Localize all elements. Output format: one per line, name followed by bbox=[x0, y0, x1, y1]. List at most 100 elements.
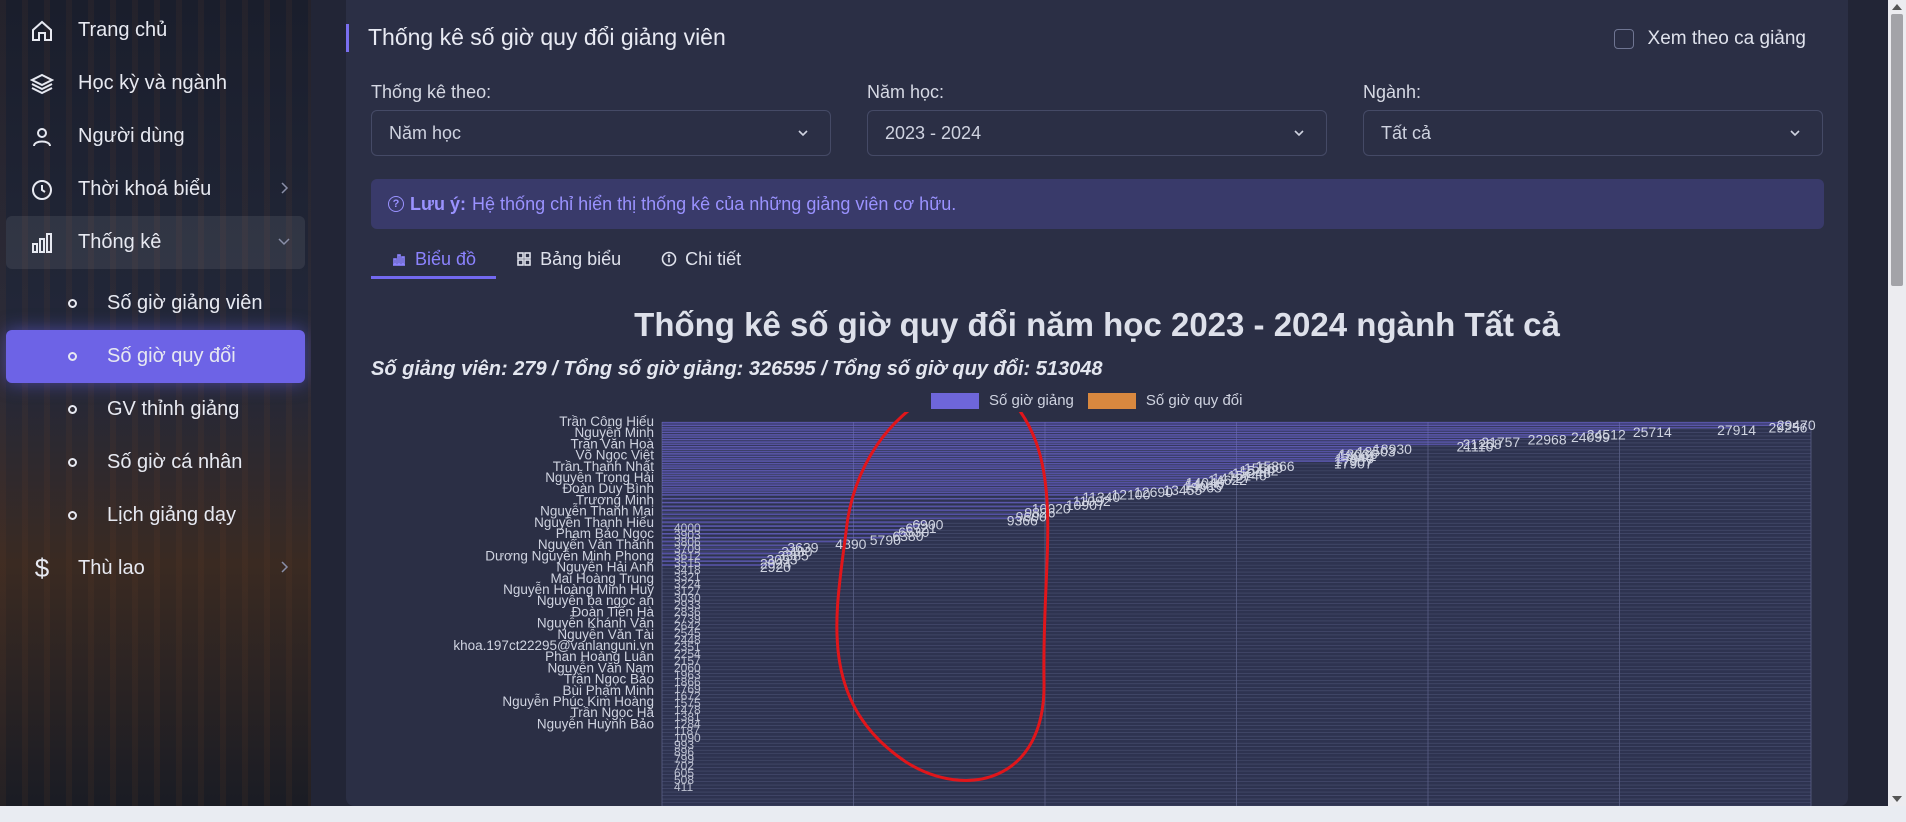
sidebar-subitem-visiting-lecturer[interactable]: GV thỉnh giảng bbox=[6, 383, 305, 436]
bar-teaching bbox=[662, 448, 1371, 450]
stat-by-label: Thống kê theo: bbox=[371, 82, 492, 102]
sidebar-subitem-converted-hours[interactable]: Số giờ quy đổi bbox=[6, 330, 305, 383]
sidebar-item-timetable[interactable]: Thời khoá biểu bbox=[6, 163, 305, 216]
major-value: Tất cả bbox=[1381, 122, 1432, 143]
chart-title: Thống kê số giờ quy đổi năm học 2023 - 2… bbox=[634, 306, 1560, 343]
tab-details[interactable]: Chi tiết bbox=[641, 242, 761, 276]
sidebar-subitem-label: Số giờ quy đổi bbox=[107, 345, 236, 367]
year-select[interactable]: 2023 - 2024 bbox=[867, 110, 1327, 156]
scroll-down-arrow[interactable] bbox=[1892, 796, 1902, 802]
value-label: 29256 bbox=[1769, 419, 1808, 435]
stat-by-select[interactable]: Năm học bbox=[371, 110, 831, 156]
notice-prefix: Lưu ý: bbox=[410, 193, 467, 214]
sidebar: Trang chủ Học kỳ và ngành Người dùng Thờ… bbox=[0, 0, 311, 806]
chevron-right-icon bbox=[281, 561, 289, 573]
view-by-shift-toggle[interactable]: Xem theo ca giảng bbox=[1613, 28, 1806, 50]
sidebar-subitem-personal-hours[interactable]: Số giờ cá nhân bbox=[6, 436, 305, 489]
bar-teaching bbox=[662, 482, 1199, 484]
page-scrollbar[interactable] bbox=[1888, 0, 1906, 806]
chevron-down-icon bbox=[798, 130, 808, 137]
value-label: 4890 bbox=[835, 536, 866, 552]
notice-text: Hệ thống chỉ hiển thị thống kê của những… bbox=[472, 193, 957, 214]
tab-label: Biểu đồ bbox=[415, 248, 477, 269]
bar-teaching bbox=[662, 505, 1046, 508]
os-taskbar bbox=[0, 806, 1906, 822]
value-label-small: 411 bbox=[674, 780, 693, 794]
bar-teaching bbox=[662, 497, 1087, 500]
legend-swatch bbox=[1087, 392, 1136, 409]
category-label: Nguyễn Huỳnh Bảo bbox=[537, 716, 654, 731]
value-label: 27914 bbox=[1717, 422, 1756, 438]
major-select[interactable]: Tất cả bbox=[1363, 110, 1823, 156]
bar-teaching bbox=[662, 517, 1021, 519]
chevron-down-icon bbox=[1294, 130, 1304, 137]
sidebar-item-users[interactable]: Người dùng bbox=[6, 110, 305, 163]
legend-item-converted[interactable]: Số giờ quy đổi bbox=[1087, 392, 1242, 409]
circle-icon bbox=[68, 405, 77, 414]
grid-icon bbox=[517, 252, 531, 266]
value-label: 17907 bbox=[1334, 455, 1373, 471]
tab-label: Chi tiết bbox=[685, 248, 742, 269]
bar-teaching bbox=[662, 465, 1258, 467]
bar-teaching bbox=[662, 501, 1080, 504]
legend-label: Số giờ giảng bbox=[989, 392, 1074, 409]
sidebar-item-label: Trang chủ bbox=[78, 19, 168, 41]
sidebar-item-statistics[interactable]: Thống kê bbox=[6, 216, 305, 269]
value-label: 9366 bbox=[1007, 512, 1038, 528]
circle-icon bbox=[68, 352, 77, 361]
bar-teaching bbox=[662, 431, 1601, 434]
view-tabs: Biểu đồ Bảng biểu Chi tiết bbox=[371, 242, 761, 282]
checkbox[interactable] bbox=[1613, 29, 1634, 49]
year-value: 2023 - 2024 bbox=[885, 122, 982, 143]
value-label: 2920 bbox=[760, 559, 791, 575]
value-label: 5790 bbox=[870, 532, 901, 548]
year-label: Năm học: bbox=[867, 82, 945, 102]
sidebar-subitem-label: GV thỉnh giảng bbox=[107, 398, 240, 420]
sidebar-subitem-teaching-hours[interactable]: Số giờ giảng viên bbox=[6, 277, 305, 330]
bar-teaching bbox=[662, 491, 1126, 494]
sidebar-item-semester[interactable]: Học kỳ và ngành bbox=[6, 57, 305, 110]
bar-teaching bbox=[662, 479, 1200, 482]
chart-subtitle: Số giảng viên: 279 / Tổng số giờ giảng: … bbox=[371, 358, 1103, 380]
sidebar-subitem-label: Lịch giảng dạy bbox=[107, 504, 236, 526]
notice-banner: ? Lưu ý: Hệ thống chỉ hiển thị thống kê … bbox=[371, 179, 1824, 229]
bar-teaching bbox=[662, 472, 1242, 474]
bar-teaching bbox=[662, 513, 1030, 516]
user-icon bbox=[28, 123, 56, 151]
chart-legend: Số giờ giảng Số giờ quy đổi bbox=[931, 392, 1256, 409]
bar-teaching bbox=[662, 434, 1585, 436]
circle-icon bbox=[68, 299, 77, 308]
bar-teaching bbox=[662, 470, 1246, 472]
circle-icon bbox=[68, 458, 77, 467]
tab-label: Bảng biểu bbox=[540, 248, 622, 269]
value-label: 21110 bbox=[1457, 439, 1494, 455]
circle-icon bbox=[68, 511, 77, 520]
sidebar-item-label: Học kỳ và ngành bbox=[78, 72, 227, 94]
bar-teaching bbox=[662, 521, 927, 523]
scroll-up-arrow[interactable] bbox=[1892, 4, 1902, 10]
sidebar-item-payment[interactable]: $ Thù lao bbox=[6, 542, 305, 595]
sidebar-item-home[interactable]: Trang chủ bbox=[6, 4, 305, 57]
bar-teaching bbox=[662, 446, 1388, 448]
value-label: 24099 bbox=[1571, 429, 1610, 445]
bar-teaching bbox=[662, 453, 1352, 455]
legend-item-teaching[interactable]: Số giờ giảng bbox=[931, 392, 1074, 409]
info-icon bbox=[661, 251, 677, 267]
bar-teaching bbox=[662, 455, 1350, 458]
sidebar-item-label: Người dùng bbox=[78, 125, 185, 147]
value-label: 10907 bbox=[1066, 497, 1105, 513]
bar-chart-icon bbox=[28, 229, 56, 257]
sidebar-subitem-label: Số giờ giảng viên bbox=[107, 292, 263, 314]
tab-chart[interactable]: Biểu đồ bbox=[371, 242, 497, 279]
converted-hours-chart: Trần Công HiếuNguyễn MinhTrần Văn HoàVõ … bbox=[453, 412, 1816, 806]
chevron-down-icon bbox=[1790, 130, 1800, 137]
sidebar-subitem-label: Số giờ cá nhân bbox=[107, 451, 243, 473]
bar-teaching bbox=[662, 436, 1542, 438]
dollar-icon: $ bbox=[34, 553, 50, 583]
checkbox-label: Xem theo ca giảng bbox=[1647, 28, 1806, 49]
sidebar-item-label: Thống kê bbox=[78, 231, 162, 253]
scroll-thumb[interactable] bbox=[1891, 14, 1903, 286]
sidebar-subitem-teaching-schedule[interactable]: Lịch giảng dạy bbox=[6, 489, 305, 542]
value-label: 22968 bbox=[1528, 431, 1567, 447]
tab-table[interactable]: Bảng biểu bbox=[496, 242, 641, 276]
